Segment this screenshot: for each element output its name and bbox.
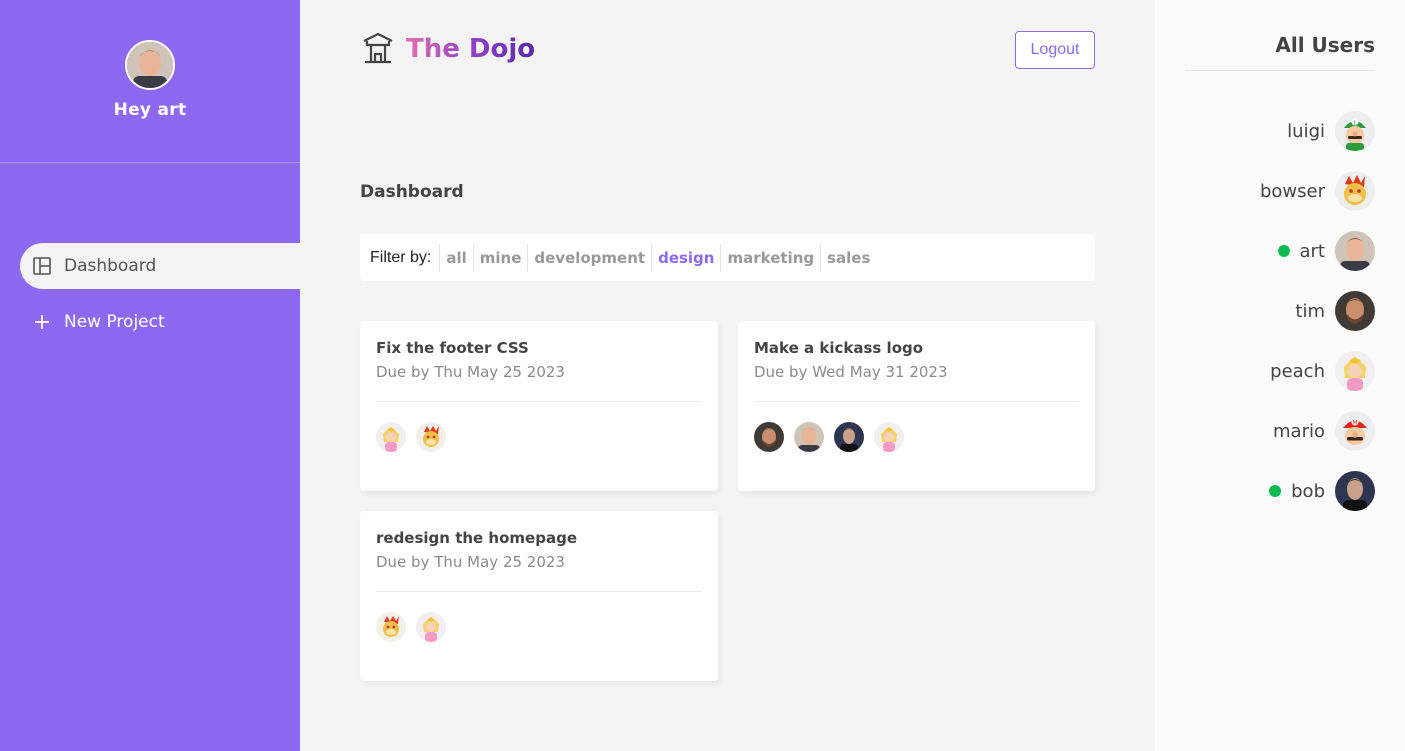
- filter-option-design[interactable]: design: [651, 243, 720, 272]
- assigned-users: [376, 612, 702, 642]
- mario-avatar: M: [1335, 411, 1375, 451]
- peach-avatar: [1335, 351, 1375, 391]
- user-name: luigi: [1287, 120, 1325, 142]
- project-filter: Filter by: all mine development design m…: [360, 234, 1095, 281]
- tim-avatar: [1335, 291, 1375, 331]
- project-due-date: Due by Thu May 25 2023: [376, 553, 565, 571]
- brand[interactable]: The Dojo: [360, 31, 535, 67]
- temple-icon: [360, 31, 396, 67]
- bowser-avatar: [416, 422, 446, 452]
- user-list-panel: All Users luigi L bowser art tim peach m…: [1155, 0, 1405, 751]
- user-item-peach: peach: [1185, 341, 1375, 401]
- user-greeting: Hey art: [113, 100, 187, 120]
- bowser-avatar: [376, 612, 406, 642]
- bob-avatar: [1335, 471, 1375, 511]
- filter-option-marketing[interactable]: marketing: [720, 243, 820, 272]
- user-item-art: art: [1185, 221, 1375, 281]
- project-due-date: Due by Wed May 31 2023: [754, 363, 948, 381]
- user-list: luigi L bowser art tim peach mario M bob: [1185, 101, 1375, 521]
- filter-option-sales[interactable]: sales: [820, 243, 876, 272]
- user-name: peach: [1270, 360, 1325, 382]
- divider: [376, 591, 702, 592]
- project-due-date: Due by Thu May 25 2023: [376, 363, 565, 381]
- user-name: bowser: [1259, 180, 1325, 202]
- nav-item-label: Dashboard: [64, 256, 157, 276]
- tim-avatar: [754, 422, 784, 452]
- svg-text:M: M: [1352, 420, 1357, 427]
- user-name: bob: [1291, 480, 1325, 502]
- peach-avatar: [874, 422, 904, 452]
- filter-option-all[interactable]: all: [439, 243, 472, 272]
- user-list-title: All Users: [1185, 0, 1375, 71]
- nav-item-dashboard[interactable]: Dashboard: [20, 243, 300, 289]
- user-avatar: [125, 40, 175, 90]
- plus-icon: [33, 313, 51, 331]
- art-avatar: [794, 422, 824, 452]
- nav-item-label: New Project: [64, 312, 165, 332]
- user-name: art: [1299, 240, 1326, 262]
- filter-option-development[interactable]: development: [527, 243, 651, 272]
- divider: [754, 401, 1079, 402]
- top-bar: The Dojo Logout: [360, 0, 1095, 100]
- project-card[interactable]: Make a kickass logo Due by Wed May 31 20…: [738, 321, 1095, 491]
- filter-label: Filter by:: [370, 248, 432, 266]
- dashboard-icon: [33, 257, 51, 275]
- page-title: Dashboard: [360, 182, 464, 202]
- user-name: tim: [1295, 300, 1325, 322]
- assigned-users: [754, 422, 1079, 452]
- user-item-bowser: bowser: [1185, 161, 1375, 221]
- project-list: Fix the footer CSS Due by Thu May 25 202…: [360, 321, 1095, 681]
- user-item-bob: bob: [1185, 461, 1375, 521]
- sidebar-user: Hey art: [0, 0, 300, 163]
- brand-title: The Dojo: [406, 34, 536, 64]
- peach-avatar: [376, 422, 406, 452]
- user-item-luigi: luigi L: [1185, 101, 1375, 161]
- assigned-users: [376, 422, 702, 452]
- project-card[interactable]: Fix the footer CSS Due by Thu May 25 202…: [360, 321, 718, 491]
- user-item-mario: mario M: [1185, 401, 1375, 461]
- peach-avatar: [416, 612, 446, 642]
- sidebar-nav: Dashboard New Project: [0, 243, 300, 345]
- divider: [376, 401, 702, 402]
- online-status-dot: [1269, 485, 1282, 497]
- project-title: Fix the footer CSS: [376, 339, 529, 357]
- nav-item-new-project[interactable]: New Project: [20, 299, 300, 345]
- art-avatar: [1335, 231, 1375, 271]
- user-item-tim: tim: [1185, 281, 1375, 341]
- project-title: Make a kickass logo: [754, 339, 924, 357]
- project-title: redesign the homepage: [376, 529, 577, 547]
- user-name: mario: [1273, 420, 1325, 442]
- logout-button[interactable]: Logout: [1015, 31, 1095, 69]
- bowser-avatar: [1335, 171, 1375, 211]
- filter-option-mine[interactable]: mine: [472, 243, 528, 272]
- sidebar: Hey art Dashboard New Project: [0, 0, 300, 751]
- project-card[interactable]: redesign the homepage Due by Thu May 25 …: [360, 511, 718, 681]
- main-content: The Dojo Logout Dashboard Filter by: all…: [300, 0, 1155, 751]
- luigi-avatar: L: [1335, 111, 1375, 151]
- online-status-dot: [1277, 245, 1290, 257]
- bob-avatar: [834, 422, 864, 452]
